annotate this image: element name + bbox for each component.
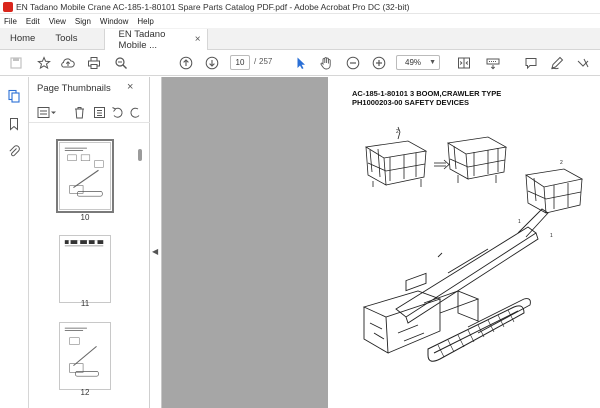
bookmark-icon[interactable] (7, 117, 21, 131)
callout-label: 2 (560, 160, 563, 166)
menu-edit[interactable]: Edit (26, 17, 40, 26)
delete-icon[interactable] (73, 106, 86, 119)
thumbnail-page-11[interactable] (59, 235, 111, 303)
thumbnail-page-11-preview (64, 240, 104, 247)
attachment-icon[interactable] (7, 144, 21, 158)
menu-window[interactable]: Window (100, 17, 128, 26)
document-page[interactable]: AC-185-1-80101 3 BOOM,CRAWLER TYPE PH100… (328, 77, 600, 408)
insert-page-icon[interactable] (93, 106, 106, 119)
chevron-down-icon: ▼ (429, 59, 436, 66)
tab-document-label: EN Tadano Mobile ... (118, 28, 166, 51)
thumbnail-page-10-preview (64, 147, 104, 197)
thumbnail-page-12-preview (64, 327, 99, 377)
keyboard-icon[interactable] (486, 56, 500, 70)
menu-file[interactable]: File (4, 17, 17, 26)
zoom-in-icon[interactable] (372, 56, 386, 70)
document-background (162, 77, 328, 408)
page-thumbnails-panel: Page Thumbnails × 10 11 12 (29, 77, 150, 408)
page-number-input[interactable]: 10 (230, 55, 250, 70)
thumbnail-label: 10 (80, 213, 90, 222)
tab-document[interactable]: EN Tadano Mobile ... × (103, 28, 208, 51)
zoom-level-value: 49% (405, 58, 422, 67)
callout-label: 1 (518, 219, 521, 225)
callout-label: 2 (396, 129, 399, 135)
tab-tools[interactable]: Tools (45, 28, 87, 49)
main-toolbar: 10 / 257 49% ▼ (0, 50, 600, 76)
thumbnail-label: 11 (80, 299, 90, 308)
rotate-left-icon[interactable] (111, 106, 124, 119)
page-separator: / (254, 57, 257, 66)
comment-icon[interactable] (524, 56, 538, 70)
thumbnail-options-icon[interactable] (37, 106, 57, 119)
rotate-right-icon[interactable] (129, 106, 142, 119)
search-icon[interactable] (114, 56, 128, 70)
menu-view[interactable]: View (49, 17, 66, 26)
page-thumbnails-icon[interactable] (7, 89, 21, 103)
collapse-arrow-icon: ◀ (152, 247, 159, 256)
panel-title: Page Thumbnails (37, 83, 111, 94)
zoom-out-icon[interactable] (346, 56, 360, 70)
callout-label: 1 (550, 233, 553, 239)
window-title: EN Tadano Mobile Crane AC-185-1-80101 Sp… (16, 1, 410, 12)
menu-sign[interactable]: Sign (75, 17, 91, 26)
panel-collapse-handle[interactable]: ◀ (150, 77, 162, 408)
thumbnail-page-12[interactable] (59, 322, 111, 390)
page-total: 257 (259, 57, 273, 66)
select-icon[interactable] (294, 56, 308, 70)
panel-scrollbar[interactable] (138, 149, 142, 161)
hand-icon[interactable] (319, 56, 333, 70)
crane-parts-drawing: 2 2 1 1 (362, 126, 584, 362)
print-icon[interactable] (87, 56, 101, 70)
thumbnail-page-10[interactable] (56, 139, 114, 213)
thumbnail-label: 12 (80, 388, 90, 397)
close-icon[interactable]: × (127, 81, 133, 93)
acrobat-app-icon (3, 1, 13, 12)
star-icon[interactable] (37, 56, 51, 70)
next-page-icon[interactable] (205, 56, 219, 70)
panel-toolbar (29, 103, 150, 123)
prev-page-icon[interactable] (179, 56, 193, 70)
menu-bar: File Edit View Sign Window Help (0, 14, 600, 28)
save-icon[interactable] (9, 56, 23, 70)
upload-icon[interactable] (61, 56, 75, 70)
fit-icon[interactable] (457, 56, 471, 70)
tab-bar: Home Tools EN Tadano Mobile ... × (0, 28, 600, 51)
tab-close-icon[interactable]: × (195, 34, 201, 45)
title-bar: EN Tadano Mobile Crane AC-185-1-80101 Sp… (0, 0, 600, 14)
zoom-level-select[interactable]: 49% ▼ (396, 55, 440, 70)
left-navigation-rail (0, 77, 29, 408)
tab-home[interactable]: Home (0, 28, 45, 49)
pen-icon[interactable] (550, 56, 564, 70)
menu-help[interactable]: Help (137, 17, 153, 26)
more-icon[interactable] (576, 56, 590, 70)
